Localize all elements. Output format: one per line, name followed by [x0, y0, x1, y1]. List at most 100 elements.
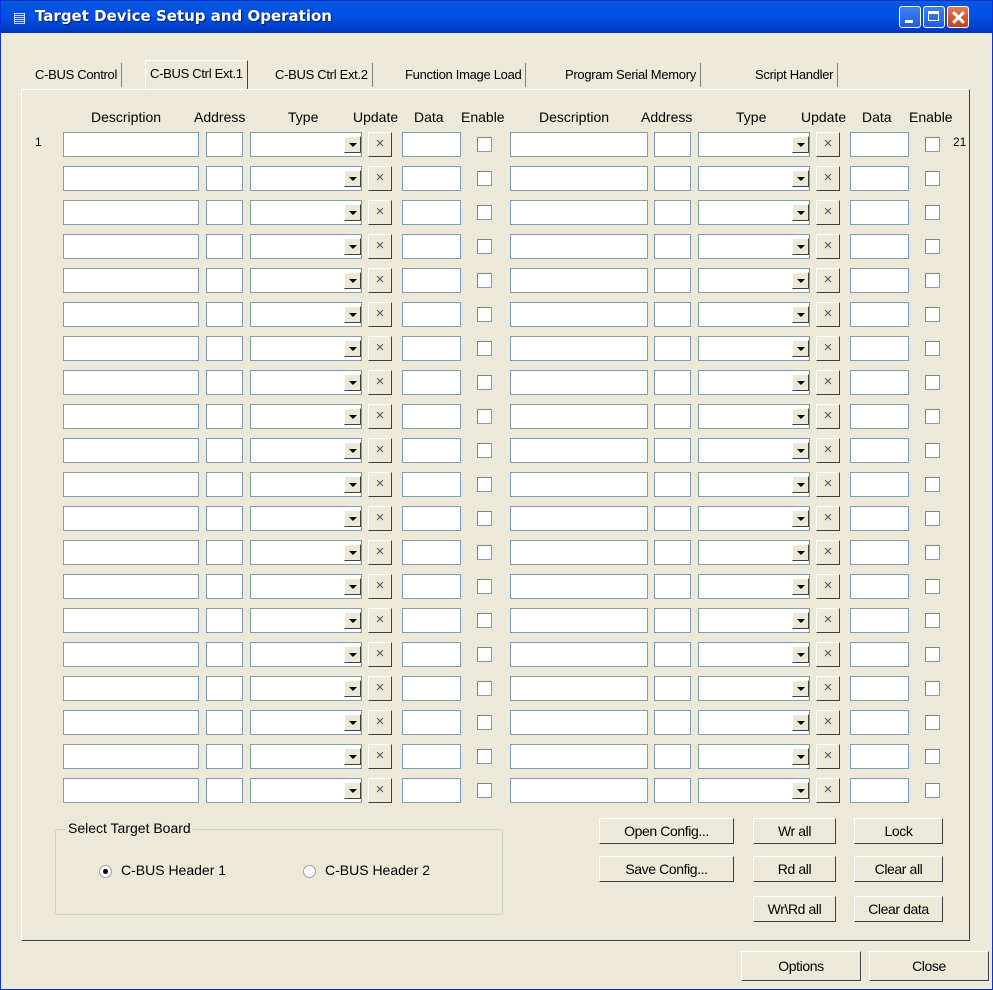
enable-checkbox-left[interactable] [477, 307, 492, 322]
address-input-left[interactable] [206, 744, 243, 769]
description-input-left[interactable] [63, 166, 199, 191]
data-input-right[interactable] [850, 132, 909, 157]
type-select-left[interactable] [250, 608, 362, 633]
options-button[interactable]: Options [741, 951, 861, 981]
data-input-left[interactable] [402, 540, 461, 565]
data-input-left[interactable] [402, 642, 461, 667]
tab-cbus-ctrl-ext2[interactable]: C-BUS Ctrl Ext.2 [271, 63, 373, 87]
data-input-left[interactable] [402, 438, 461, 463]
enable-checkbox-right[interactable] [925, 171, 940, 186]
data-input-right[interactable] [850, 438, 909, 463]
type-select-right[interactable] [698, 200, 810, 225]
chevron-down-icon[interactable] [792, 578, 809, 595]
data-input-right[interactable] [850, 200, 909, 225]
chevron-down-icon[interactable] [792, 136, 809, 153]
address-input-left[interactable] [206, 778, 243, 803]
data-input-left[interactable] [402, 200, 461, 225]
address-input-left[interactable] [206, 268, 243, 293]
data-input-left[interactable] [402, 268, 461, 293]
data-input-right[interactable] [850, 676, 909, 701]
address-input-right[interactable] [654, 506, 691, 531]
type-select-left[interactable] [250, 438, 362, 463]
type-select-left[interactable] [250, 268, 362, 293]
chevron-down-icon[interactable] [344, 680, 361, 697]
description-input-right[interactable] [510, 438, 648, 463]
description-input-left[interactable] [63, 676, 199, 701]
type-select-right[interactable] [698, 166, 810, 191]
type-select-left[interactable] [250, 506, 362, 531]
update-button-right[interactable]: × [816, 710, 840, 735]
data-input-right[interactable] [850, 574, 909, 599]
type-select-left[interactable] [250, 132, 362, 157]
data-input-right[interactable] [850, 710, 909, 735]
address-input-right[interactable] [654, 574, 691, 599]
description-input-right[interactable] [510, 744, 648, 769]
enable-checkbox-right[interactable] [925, 783, 940, 798]
chevron-down-icon[interactable] [344, 374, 361, 391]
update-button-right[interactable]: × [816, 370, 840, 395]
address-input-right[interactable] [654, 234, 691, 259]
chevron-down-icon[interactable] [792, 340, 809, 357]
radio-cbus-header-2[interactable] [303, 865, 316, 878]
chevron-down-icon[interactable] [344, 306, 361, 323]
enable-checkbox-right[interactable] [925, 375, 940, 390]
description-input-left[interactable] [63, 574, 199, 599]
description-input-left[interactable] [63, 506, 199, 531]
chevron-down-icon[interactable] [344, 578, 361, 595]
chevron-down-icon[interactable] [344, 408, 361, 425]
address-input-right[interactable] [654, 778, 691, 803]
address-input-right[interactable] [654, 200, 691, 225]
description-input-left[interactable] [63, 302, 199, 327]
chevron-down-icon[interactable] [344, 204, 361, 221]
type-select-left[interactable] [250, 472, 362, 497]
chevron-down-icon[interactable] [792, 170, 809, 187]
data-input-left[interactable] [402, 472, 461, 497]
update-button-left[interactable]: × [368, 608, 392, 633]
type-select-right[interactable] [698, 132, 810, 157]
data-input-right[interactable] [850, 336, 909, 361]
description-input-right[interactable] [510, 676, 648, 701]
enable-checkbox-left[interactable] [477, 613, 492, 628]
chevron-down-icon[interactable] [344, 714, 361, 731]
data-input-right[interactable] [850, 302, 909, 327]
address-input-right[interactable] [654, 370, 691, 395]
enable-checkbox-right[interactable] [925, 579, 940, 594]
update-button-left[interactable]: × [368, 370, 392, 395]
enable-checkbox-right[interactable] [925, 341, 940, 356]
description-input-right[interactable] [510, 574, 648, 599]
update-button-right[interactable]: × [816, 200, 840, 225]
enable-checkbox-right[interactable] [925, 205, 940, 220]
enable-checkbox-left[interactable] [477, 239, 492, 254]
data-input-left[interactable] [402, 166, 461, 191]
type-select-left[interactable] [250, 744, 362, 769]
enable-checkbox-right[interactable] [925, 137, 940, 152]
type-select-left[interactable] [250, 200, 362, 225]
save-config-button[interactable]: Save Config... [599, 856, 734, 882]
type-select-right[interactable] [698, 608, 810, 633]
tab-function-image-load[interactable]: Function Image Load [401, 63, 527, 87]
data-input-left[interactable] [402, 676, 461, 701]
type-select-right[interactable] [698, 642, 810, 667]
minimize-button[interactable] [899, 6, 921, 28]
description-input-right[interactable] [510, 166, 648, 191]
update-button-right[interactable]: × [816, 472, 840, 497]
lock-button[interactable]: Lock [854, 818, 943, 844]
description-input-right[interactable] [510, 642, 648, 667]
description-input-left[interactable] [63, 540, 199, 565]
chevron-down-icon[interactable] [792, 238, 809, 255]
update-button-left[interactable]: × [368, 676, 392, 701]
type-select-left[interactable] [250, 710, 362, 735]
clear-all-button[interactable]: Clear all [854, 856, 943, 882]
type-select-right[interactable] [698, 302, 810, 327]
update-button-left[interactable]: × [368, 642, 392, 667]
rd-all-button[interactable]: Rd all [753, 856, 836, 882]
description-input-right[interactable] [510, 370, 648, 395]
enable-checkbox-right[interactable] [925, 749, 940, 764]
update-button-right[interactable]: × [816, 676, 840, 701]
update-button-left[interactable]: × [368, 438, 392, 463]
data-input-left[interactable] [402, 302, 461, 327]
update-button-right[interactable]: × [816, 438, 840, 463]
chevron-down-icon[interactable] [792, 374, 809, 391]
address-input-right[interactable] [654, 166, 691, 191]
address-input-left[interactable] [206, 302, 243, 327]
